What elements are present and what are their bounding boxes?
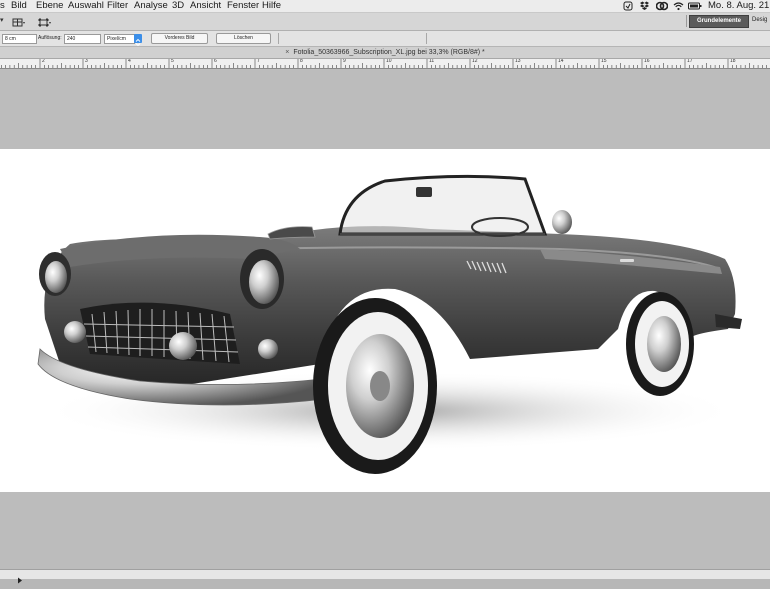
ruler-label: 8 — [300, 59, 303, 64]
ruler-label: 11 — [429, 59, 435, 64]
menu-item-bild[interactable]: Bild — [11, 0, 27, 12]
creative-cloud-icon[interactable] — [656, 0, 668, 12]
toolbar-divider — [686, 15, 687, 27]
car-photo[interactable] — [0, 149, 770, 492]
dropbox-icon[interactable] — [639, 0, 650, 12]
chevron-right-icon[interactable] — [17, 571, 23, 589]
menu-bar: s Bild Ebene Auswahl Filter Analyse 3D A… — [0, 0, 770, 13]
tool-options-bar: 8 cm Auflösung: 240 Pixel/cm Vorderes Bi… — [0, 31, 770, 47]
close-icon[interactable]: × — [285, 49, 289, 56]
menu-item-partial[interactable]: s — [0, 0, 5, 12]
chevron-updown-icon[interactable] — [134, 34, 142, 47]
workspace-design-button[interactable]: Desig — [752, 15, 770, 26]
ruler-ticks — [0, 59, 768, 68]
ruler-label: 9 — [343, 59, 346, 64]
menu-item-fenster[interactable]: Fenster — [227, 0, 259, 12]
ruler-label: 18 — [730, 59, 736, 64]
menu-item-auswahl[interactable]: Auswahl — [68, 0, 104, 12]
vintage-convertible-image — [37, 174, 742, 474]
ruler-label: 14 — [558, 59, 564, 64]
arrange-documents-icon[interactable] — [12, 15, 26, 27]
ruler-label: 4 — [128, 59, 131, 64]
chevron-down-icon[interactable]: ▾ — [0, 16, 4, 24]
menu-item-hilfe[interactable]: Hilfe — [262, 0, 281, 12]
front-image-button[interactable]: Vorderes Bild — [151, 33, 208, 44]
horizontal-ruler[interactable]: 2 3 4 5 6 7 8 9 10 11 12 13 14 15 16 17 18 — [0, 59, 770, 69]
clear-button[interactable]: Löschen — [216, 33, 271, 44]
battery-icon[interactable] — [688, 0, 702, 12]
ruler-label: 2 — [42, 59, 45, 64]
ruler-label: 15 — [601, 59, 607, 64]
menu-item-filter[interactable]: Filter — [107, 0, 128, 12]
menu-item-ansicht[interactable]: Ansicht — [190, 0, 221, 12]
pasteboard-top — [0, 69, 770, 149]
resolution-unit-select[interactable]: Pixel/cm — [104, 34, 135, 44]
ruler-label: 17 — [687, 59, 693, 64]
ruler-label: 5 — [171, 59, 174, 64]
document-title: Fotolia_50363966_Subscription_XL.jpg bei… — [293, 49, 485, 56]
menubar-clock[interactable]: Mo. 8. Aug. 21:22 — [708, 0, 770, 12]
menu-item-3d[interactable]: 3D — [172, 0, 184, 12]
ruler-label: 6 — [214, 59, 217, 64]
resolution-field[interactable]: 240 — [64, 34, 101, 44]
ruler-label: 13 — [515, 59, 521, 64]
toolbar-divider — [278, 33, 279, 44]
ruler-label: 16 — [644, 59, 650, 64]
menu-item-analyse[interactable]: Analyse — [134, 0, 168, 12]
menu-item-ebene[interactable]: Ebene — [36, 0, 63, 12]
workspace-grundelemente-button[interactable]: Grundelemente — [689, 15, 749, 28]
ruler-label: 7 — [257, 59, 260, 64]
screen-mode-icon[interactable] — [38, 15, 52, 27]
application-bar: ▾ Grundelemente Desig — [0, 13, 770, 31]
width-field[interactable]: 8 cm — [2, 34, 37, 44]
document-tab[interactable]: × Fotolia_50363966_Subscription_XL.jpg be… — [0, 47, 770, 59]
resolution-label: Auflösung: — [38, 35, 62, 41]
ruler-label: 3 — [85, 59, 88, 64]
wifi-icon[interactable] — [673, 0, 684, 12]
ruler-label: 12 — [472, 59, 478, 64]
ruler-label: 10 — [386, 59, 392, 64]
notification-icon[interactable] — [623, 0, 633, 12]
toolbar-divider — [426, 33, 427, 44]
